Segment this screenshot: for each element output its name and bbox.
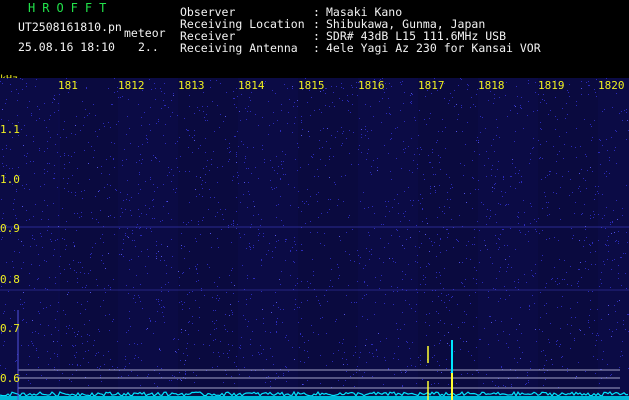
spectrogram-canvas	[0, 78, 629, 400]
app-title: HROFFT	[28, 1, 114, 15]
time-tick-label: 181	[58, 79, 78, 92]
time-tick-label: 1813	[178, 79, 205, 92]
freq-tick-label: 1.1	[0, 123, 20, 136]
antenna-value: 4ele Yagi Az 230 for Kansai VOR	[326, 41, 541, 55]
freq-tick-label: 0.8	[0, 273, 20, 286]
freq-tick-label: 0.6	[0, 372, 20, 385]
spectrogram	[0, 78, 629, 400]
file-name: UT2508161810.pn	[18, 20, 122, 34]
freq-tick-label: 1.0	[0, 173, 20, 186]
datetime: 25.08.16 18:10	[18, 40, 115, 54]
time-tick-label: 1814	[238, 79, 265, 92]
noise-band	[178, 78, 238, 400]
freq-tick-label: 0.9	[0, 222, 20, 235]
time-tick-label: 1815	[298, 79, 325, 92]
noise-band	[238, 78, 298, 400]
baseline-fill	[0, 396, 629, 400]
noise-band	[478, 78, 538, 400]
time-tick-label: 1816	[358, 79, 385, 92]
separator: :	[313, 41, 320, 55]
noise-band	[358, 78, 418, 400]
freq-tick-label: 0.7	[0, 322, 20, 335]
time-tick-label: 1819	[538, 79, 565, 92]
file-tag: meteor	[124, 26, 166, 40]
time-tick-label: 1818	[478, 79, 505, 92]
antenna-label: Receiving Antenna	[180, 41, 298, 55]
time-tick-label: 1817	[418, 79, 445, 92]
noise-band	[598, 78, 629, 400]
frame-number: 2..	[138, 40, 159, 54]
header: HROFFT UT2508161810.pn meteor 25.08.16 1…	[0, 0, 629, 78]
time-tick-label: 1820	[598, 79, 625, 92]
noise-band	[118, 78, 178, 400]
time-tick-label: 1812	[118, 79, 145, 92]
